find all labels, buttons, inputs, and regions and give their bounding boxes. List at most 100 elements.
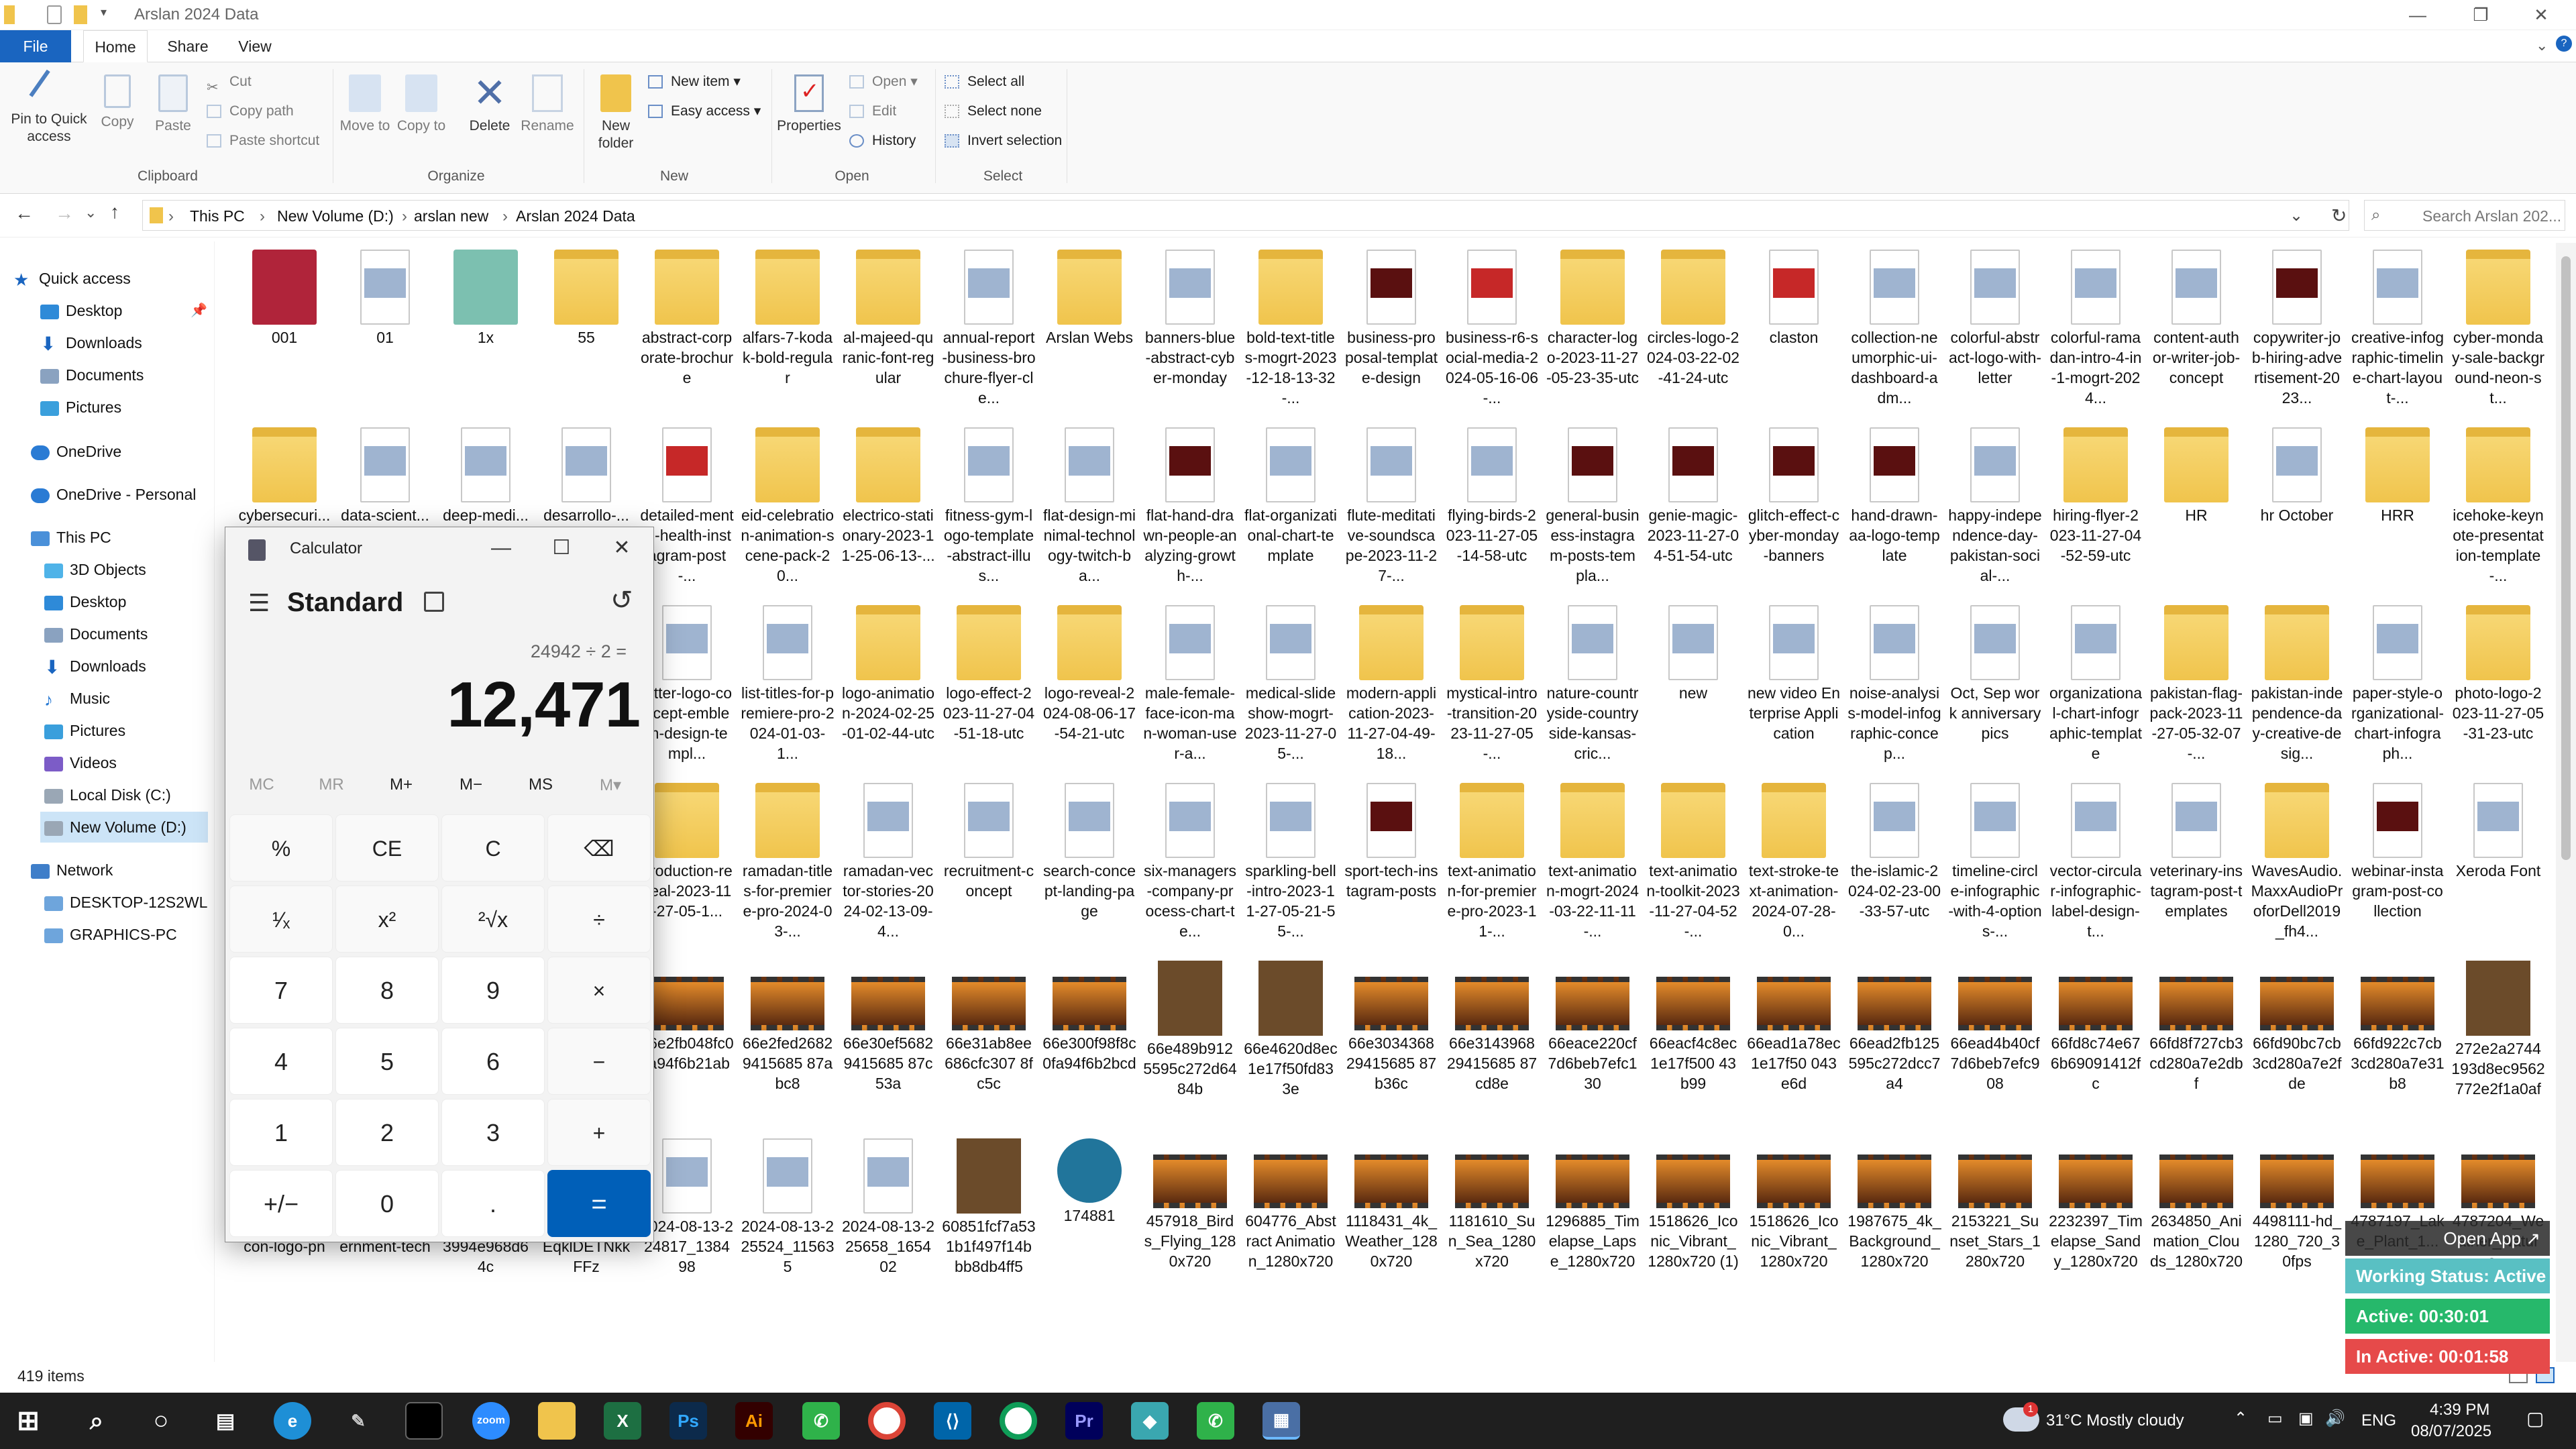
file-item[interactable]: flat-design-minimal-technology-twitch-ba… (1042, 421, 1136, 586)
file-item[interactable]: 66ead2fb125595c272dcc7a4 (1847, 954, 1941, 1093)
tab-view[interactable]: View (228, 30, 282, 62)
history-icon[interactable]: ↺ (610, 585, 633, 616)
nav-desktop[interactable]: Desktop (40, 295, 208, 326)
file-item[interactable]: 66e30ef56829415685 87c53a (841, 954, 935, 1093)
breadcrumb-arslan-new[interactable]: arslan new (414, 207, 488, 225)
file-item[interactable]: sparkling-bell-intro-2023-11-27-05-21-55… (1244, 776, 1338, 941)
key-nine[interactable]: 9 (441, 957, 545, 1024)
file-item[interactable]: 66ead4b40cf7d6beb7efc908 (1948, 954, 2042, 1093)
device-icon[interactable]: ▭ (2267, 1409, 2283, 1428)
file-item[interactable]: fitness-gym-logo-template-abstract-illus… (942, 421, 1036, 586)
file-item[interactable]: photo-logo-2023-11-27-05-31-23-utc (2451, 598, 2545, 743)
easy-access-button[interactable]: Easy access ▾ (645, 99, 761, 124)
file-item[interactable]: deep-medi... (439, 421, 533, 525)
file-item[interactable]: hiring-flyer-2023-11-27-04-52-59-utc (2049, 421, 2143, 566)
nav-network[interactable]: Network (31, 855, 208, 885)
copy-to-button[interactable]: Copy to (396, 74, 447, 135)
key-decimal[interactable]: . (441, 1170, 545, 1237)
back-arrow-icon[interactable]: ← (15, 203, 34, 224)
file-item[interactable]: 55 (539, 243, 633, 347)
new-item-button[interactable]: New item ▾ (645, 69, 741, 95)
file-item[interactable]: 2024-08-13-224817_138498 (640, 1132, 734, 1277)
key-reciprocal[interactable]: ¹⁄ₓ (229, 885, 333, 953)
file-item[interactable]: annual-report-business-brochure-flyer-cl… (942, 243, 1036, 408)
file-item[interactable]: 272e2a2744193d8ec9562772e2f1a0af (2451, 954, 2545, 1099)
calculator-taskbar-icon[interactable]: ▦ (1263, 1402, 1300, 1440)
rename-button[interactable]: Rename (519, 74, 576, 135)
memory-store-button[interactable]: MS (506, 775, 576, 794)
key-three[interactable]: 3 (441, 1099, 545, 1166)
file-item[interactable]: cyber-monday-sale-background-neon-st... (2451, 243, 2545, 408)
file-item[interactable]: paper-style-organizational-chart-infogra… (2351, 598, 2445, 763)
illustrator-icon[interactable]: Ai (735, 1402, 773, 1440)
nav-this-pc[interactable]: This PC (31, 522, 208, 553)
new-folder-button[interactable]: New folder (590, 74, 641, 152)
file-item[interactable]: 66fd922c7cb3cd280a7e31b8 (2351, 954, 2445, 1093)
file-item[interactable]: text-animation-mogrt-2024-03-22-11-11-..… (1546, 776, 1640, 941)
file-item[interactable]: hand-drawn-aa-logo-template (1847, 421, 1941, 566)
windows-start-icon[interactable]: ⊞ (9, 1402, 47, 1440)
address-dropdown-icon[interactable]: ⌄ (2290, 206, 2303, 225)
file-item[interactable]: webinar-instagram-post-collection (2351, 776, 2445, 921)
file-item[interactable]: hr October (2250, 421, 2344, 525)
calc-maximize-button[interactable]: ☐ (531, 531, 592, 565)
refresh-icon[interactable]: ↻ (2331, 205, 2347, 227)
file-item[interactable]: Oct, Sep work anniversary pics (1948, 598, 2042, 743)
file-item[interactable]: nature-countryside-countryside-kansas-cr… (1546, 598, 1640, 763)
file-item[interactable]: six-managers-company-process-chart-te... (1143, 776, 1237, 941)
nav-downloads[interactable]: ⬇ Downloads (40, 327, 208, 358)
phone-app-icon[interactable]: ✆ (802, 1402, 840, 1440)
file-item[interactable]: noise-analysis-model-infographic-concep.… (1847, 598, 1941, 763)
invert-selection-button[interactable]: Invert selection (942, 128, 1062, 154)
edge-icon[interactable]: e (274, 1402, 311, 1440)
file-item[interactable]: Xeroda Font (2451, 776, 2545, 881)
file-item[interactable]: genie-magic-2023-11-27-04-51-54-utc (1646, 421, 1740, 566)
key-plus[interactable]: + (547, 1099, 651, 1166)
chevron-up-icon[interactable]: ⌃ (2234, 1409, 2247, 1428)
search-icon[interactable]: ⌕ (78, 1402, 115, 1440)
file-item[interactable]: text-animation-for-premiere-pro-2023-11-… (1445, 776, 1539, 941)
file-item[interactable]: 66fd8c74e676b69091412fc (2049, 954, 2143, 1093)
file-item[interactable]: flat-organizational-chart-template (1244, 421, 1338, 566)
copy-path-button[interactable]: Copy path (204, 99, 294, 124)
app-icon[interactable]: ◆ (1131, 1402, 1169, 1440)
file-item[interactable]: organizational-chart-infographic-templat… (2049, 598, 2143, 763)
file-item[interactable]: 2634850_Animation_Clouds_1280x720 (2149, 1132, 2243, 1271)
tab-file[interactable]: File (0, 30, 71, 62)
file-item[interactable]: new video Enterprise Application (1747, 598, 1841, 743)
help-icon[interactable]: ? (2556, 36, 2572, 52)
file-item[interactable]: 66eace220cf7d6beb7efc130 (1546, 954, 1640, 1093)
file-item[interactable]: 2232397_Timelapse_Sandy_1280x720 (2049, 1132, 2143, 1271)
file-item[interactable]: logo-animation-2024-02-25-01-02-44-utc (841, 598, 935, 743)
file-item[interactable]: collection-neumorphic-ui-dashboard-adm..… (1847, 243, 1941, 408)
file-item[interactable]: 66e31ab8ee686cfc307 8fc5c (942, 954, 1036, 1093)
file-item[interactable]: 2024-08-13-225524_115635 (741, 1132, 835, 1277)
file-item[interactable]: icehoke-keynote-presentation-template-..… (2451, 421, 2545, 586)
pen-tool-icon[interactable]: ✎ (339, 1402, 377, 1440)
file-item[interactable]: detailed-mental-health-instagram-post-..… (640, 421, 734, 586)
terminal-icon[interactable] (405, 1402, 443, 1440)
customize-toolbar-icon[interactable]: ▾ (101, 5, 118, 24)
file-item[interactable]: 457918_Birds_Flying_1280x720 (1143, 1132, 1237, 1271)
file-item[interactable]: 2153221_Sunset_Stars_1280x720 (1948, 1132, 2042, 1271)
file-item[interactable]: cybersecuri... (237, 421, 331, 525)
file-item[interactable]: 1x (439, 243, 533, 347)
keep-on-top-icon[interactable] (424, 592, 444, 612)
calc-minimize-button[interactable]: — (471, 531, 531, 565)
vertical-scrollbar[interactable] (2556, 243, 2576, 1362)
nav-onedrive-personal[interactable]: OneDrive - Personal (31, 479, 208, 510)
volume-icon[interactable]: 🔊 (2325, 1409, 2345, 1428)
key-clear-entry[interactable]: CE (335, 814, 439, 881)
key-negate[interactable]: +/− (229, 1170, 333, 1237)
memory-subtract-button[interactable]: M− (436, 775, 506, 794)
file-item[interactable]: 174881 (1042, 1132, 1136, 1226)
file-item[interactable]: bold-text-titles-mogrt-2023-12-18-13-32-… (1244, 243, 1338, 408)
file-item[interactable]: creative-infographic-timeline-chart-layo… (2351, 243, 2445, 408)
nav-pictures-pc[interactable]: Pictures (44, 715, 208, 746)
file-item[interactable]: 66e300f98f8c0fa94f6b2bcd (1042, 954, 1136, 1073)
expand-ribbon-icon[interactable]: ⌄ (2536, 37, 2548, 54)
breadcrumb-this-pc[interactable]: This PC (190, 207, 245, 225)
file-item[interactable]: desarrollo-... (539, 421, 633, 525)
open-app-button[interactable]: Open App ↗ (2345, 1221, 2550, 1256)
file-item[interactable]: 604776_Abstract Animation_1280x720 (1244, 1132, 1338, 1271)
